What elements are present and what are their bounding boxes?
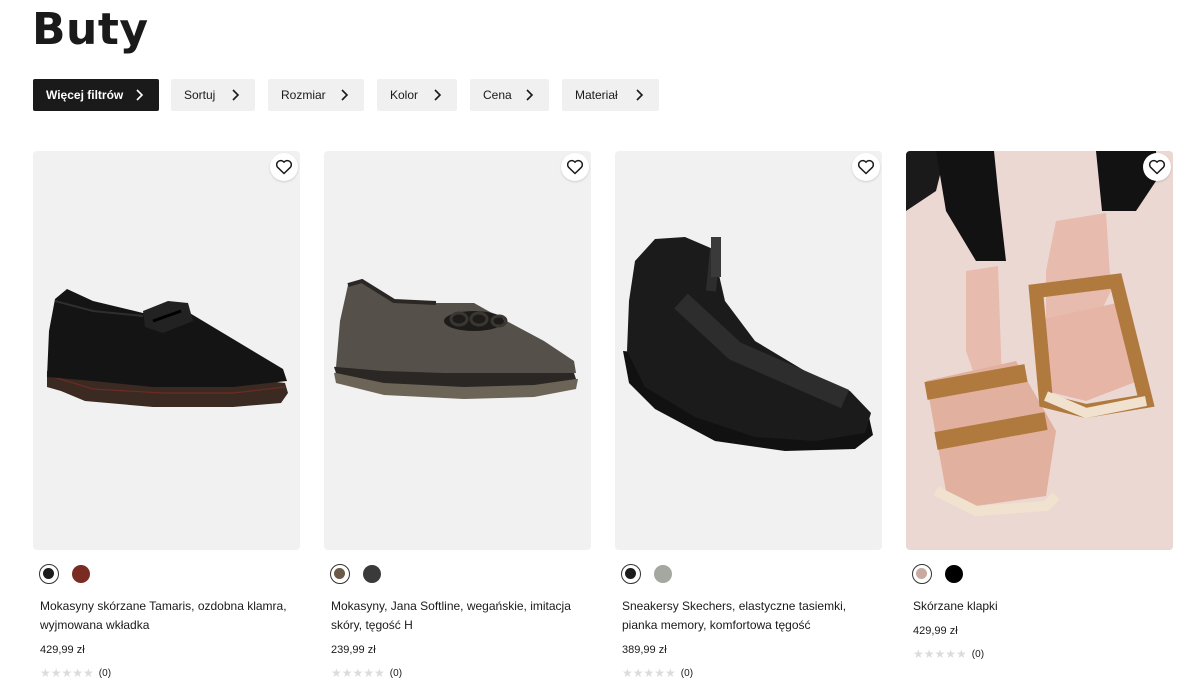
swatch-color — [625, 568, 636, 579]
swatch-color — [654, 565, 672, 583]
swatch-color — [334, 568, 345, 579]
loafer-illustration — [46, 289, 288, 407]
product-rating: ★★★★★ (0) — [622, 666, 694, 680]
swatch-color — [916, 568, 927, 579]
color-swatch[interactable] — [330, 564, 350, 584]
color-swatch[interactable] — [39, 564, 59, 584]
sort-button[interactable]: Sortuj — [171, 79, 255, 111]
chevron-right-icon — [430, 88, 444, 102]
color-filter-button[interactable]: Kolor — [377, 79, 457, 111]
size-filter-button[interactable]: Rozmiar — [268, 79, 364, 111]
rating-count: (0) — [98, 667, 112, 679]
loafer-illustration — [334, 278, 578, 399]
heart-icon — [275, 159, 293, 175]
sandals-photo-illustration — [906, 151, 1173, 550]
product-image[interactable] — [33, 151, 300, 550]
color-swatch[interactable] — [912, 564, 932, 584]
heart-icon — [857, 159, 875, 175]
rating-stars: ★★★★★ — [40, 666, 94, 680]
sneaker-illustration — [623, 237, 873, 451]
more-filters-button[interactable]: Więcej filtrów — [33, 79, 159, 111]
color-swatch[interactable] — [944, 564, 964, 584]
rating-stars: ★★★★★ — [913, 647, 967, 661]
heart-icon — [566, 159, 584, 175]
rating-count: (0) — [971, 648, 985, 660]
favorite-button[interactable] — [561, 153, 589, 181]
product-rating: ★★★★★ (0) — [913, 647, 985, 661]
color-swatch[interactable] — [362, 564, 382, 584]
favorite-button[interactable] — [852, 153, 880, 181]
sort-label: Sortuj — [184, 88, 216, 102]
color-swatch[interactable] — [653, 564, 673, 584]
product-price: 239,99 zł — [331, 644, 376, 656]
chevron-right-icon — [228, 88, 242, 102]
product-image[interactable] — [906, 151, 1173, 550]
price-filter-label: Cena — [483, 88, 512, 102]
product-title[interactable]: Mokasyny skórzane Tamaris, ozdobna klamr… — [40, 597, 298, 635]
material-filter-button[interactable]: Materiał — [562, 79, 659, 111]
favorite-button[interactable] — [1143, 153, 1171, 181]
swatch-color — [72, 565, 90, 583]
rating-stars: ★★★★★ — [622, 666, 676, 680]
material-filter-label: Materiał — [575, 88, 618, 102]
product-price: 429,99 zł — [913, 625, 958, 637]
product-rating: ★★★★★ (0) — [40, 666, 112, 680]
swatch-color — [43, 568, 54, 579]
price-filter-button[interactable]: Cena — [470, 79, 549, 111]
chevron-right-icon — [132, 88, 146, 102]
product-title[interactable]: Skórzane klapki — [913, 597, 1171, 616]
page-title: Buty — [32, 4, 149, 55]
product-title[interactable]: Mokasyny, Jana Softline, wegańskie, imit… — [331, 597, 589, 635]
product-price: 389,99 zł — [622, 644, 667, 656]
chevron-right-icon — [337, 88, 351, 102]
product-image[interactable] — [615, 151, 882, 550]
heart-icon — [1148, 159, 1166, 175]
favorite-button[interactable] — [270, 153, 298, 181]
color-filter-label: Kolor — [390, 88, 419, 102]
rating-count: (0) — [389, 667, 403, 679]
rating-count: (0) — [680, 667, 694, 679]
color-swatch[interactable] — [621, 564, 641, 584]
product-price: 429,99 zł — [40, 644, 85, 656]
rating-stars: ★★★★★ — [331, 666, 385, 680]
swatch-color — [363, 565, 381, 583]
product-rating: ★★★★★ (0) — [331, 666, 403, 680]
swatch-color — [945, 565, 963, 583]
chevron-right-icon — [632, 88, 646, 102]
color-swatch[interactable] — [71, 564, 91, 584]
product-image[interactable] — [324, 151, 591, 550]
product-title[interactable]: Sneakersy Skechers, elastyczne tasiemki,… — [622, 597, 880, 635]
size-filter-label: Rozmiar — [281, 88, 326, 102]
more-filters-label: Więcej filtrów — [46, 88, 124, 102]
chevron-right-icon — [522, 88, 536, 102]
